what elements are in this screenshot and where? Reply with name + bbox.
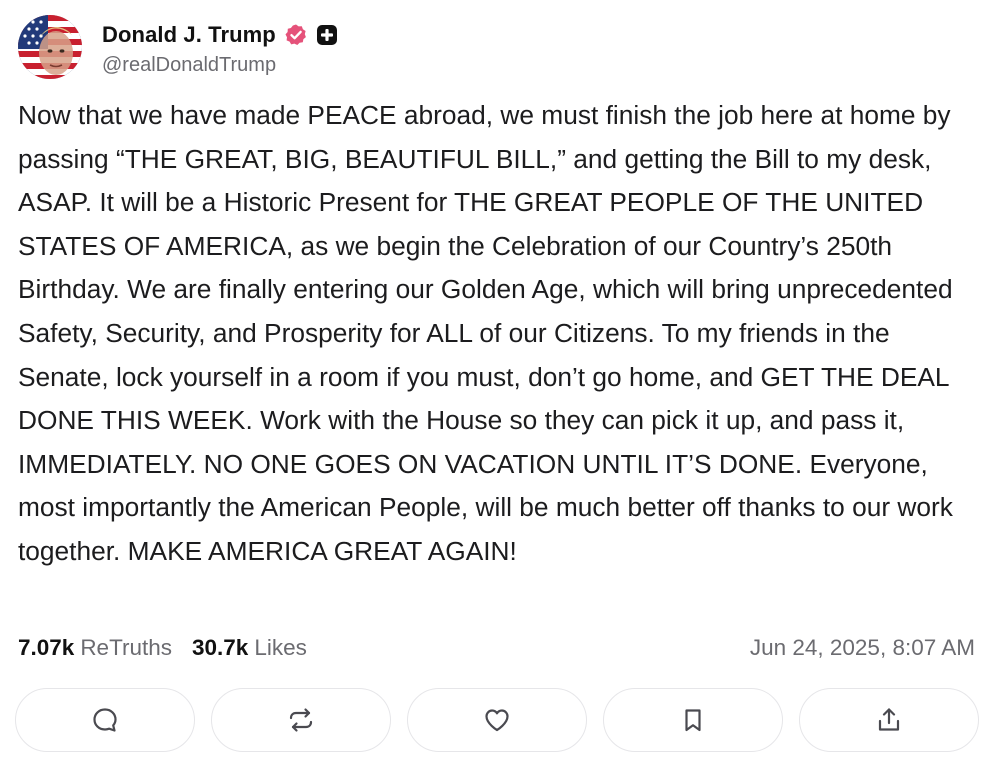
plus-badge-icon xyxy=(316,24,338,46)
bookmark-icon xyxy=(678,705,708,735)
post-timestamp[interactable]: Jun 24, 2025, 8:07 AM xyxy=(750,635,975,661)
retruths-label: ReTruths xyxy=(80,635,173,660)
retruths-stat[interactable]: 7.07k ReTruths xyxy=(18,635,172,661)
like-icon xyxy=(482,705,512,735)
post-header: Donald J. Trump @realDonaldTrump xyxy=(18,14,338,80)
post-text: Now that we have made PEACE abroad, we m… xyxy=(18,100,953,566)
retruths-count: 7.07k xyxy=(18,635,75,660)
reply-icon xyxy=(90,705,120,735)
post-stats: 7.07k ReTruths 30.7k Likes Jun 24, 2025,… xyxy=(18,630,975,666)
user-handle[interactable]: @realDonaldTrump xyxy=(102,54,338,77)
like-button[interactable] xyxy=(407,688,587,752)
likes-label: Likes xyxy=(254,635,307,660)
bookmark-button[interactable] xyxy=(603,688,783,752)
verified-badge-icon xyxy=(284,23,308,47)
author-info: Donald J. Trump @realDonaldTrump xyxy=(102,18,338,77)
reply-button[interactable] xyxy=(15,688,195,752)
name-row: Donald J. Trump xyxy=(102,18,338,52)
flag-portrait-avatar xyxy=(18,15,82,79)
likes-stat[interactable]: 30.7k Likes xyxy=(192,635,307,661)
action-bar xyxy=(15,688,979,754)
retruth-button[interactable] xyxy=(211,688,391,752)
retruth-icon xyxy=(286,705,316,735)
share-button[interactable] xyxy=(799,688,979,752)
display-name[interactable]: Donald J. Trump xyxy=(102,22,276,48)
avatar[interactable] xyxy=(18,15,82,79)
likes-count: 30.7k xyxy=(192,635,249,660)
share-icon xyxy=(874,705,904,735)
